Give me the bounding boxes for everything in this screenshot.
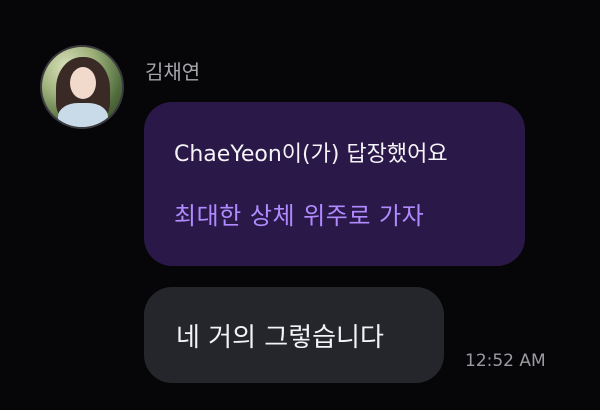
avatar[interactable] [40, 45, 124, 129]
message-timestamp: 12:52 AM [465, 351, 546, 371]
reply-header: ChaeYeon이(가) 답장했어요 [174, 142, 448, 167]
sender-name: 김채연 [145, 60, 201, 84]
reply-quoted-text: 최대한 상체 위주로 가자 [174, 202, 425, 230]
message-text: 네 거의 그렇습니다 [176, 323, 384, 353]
avatar-face [70, 67, 96, 99]
reply-bubble[interactable]: ChaeYeon이(가) 답장했어요 최대한 상체 위주로 가자 [144, 102, 525, 266]
avatar-dress [58, 103, 108, 127]
message-bubble[interactable]: 네 거의 그렇습니다 [144, 287, 444, 383]
